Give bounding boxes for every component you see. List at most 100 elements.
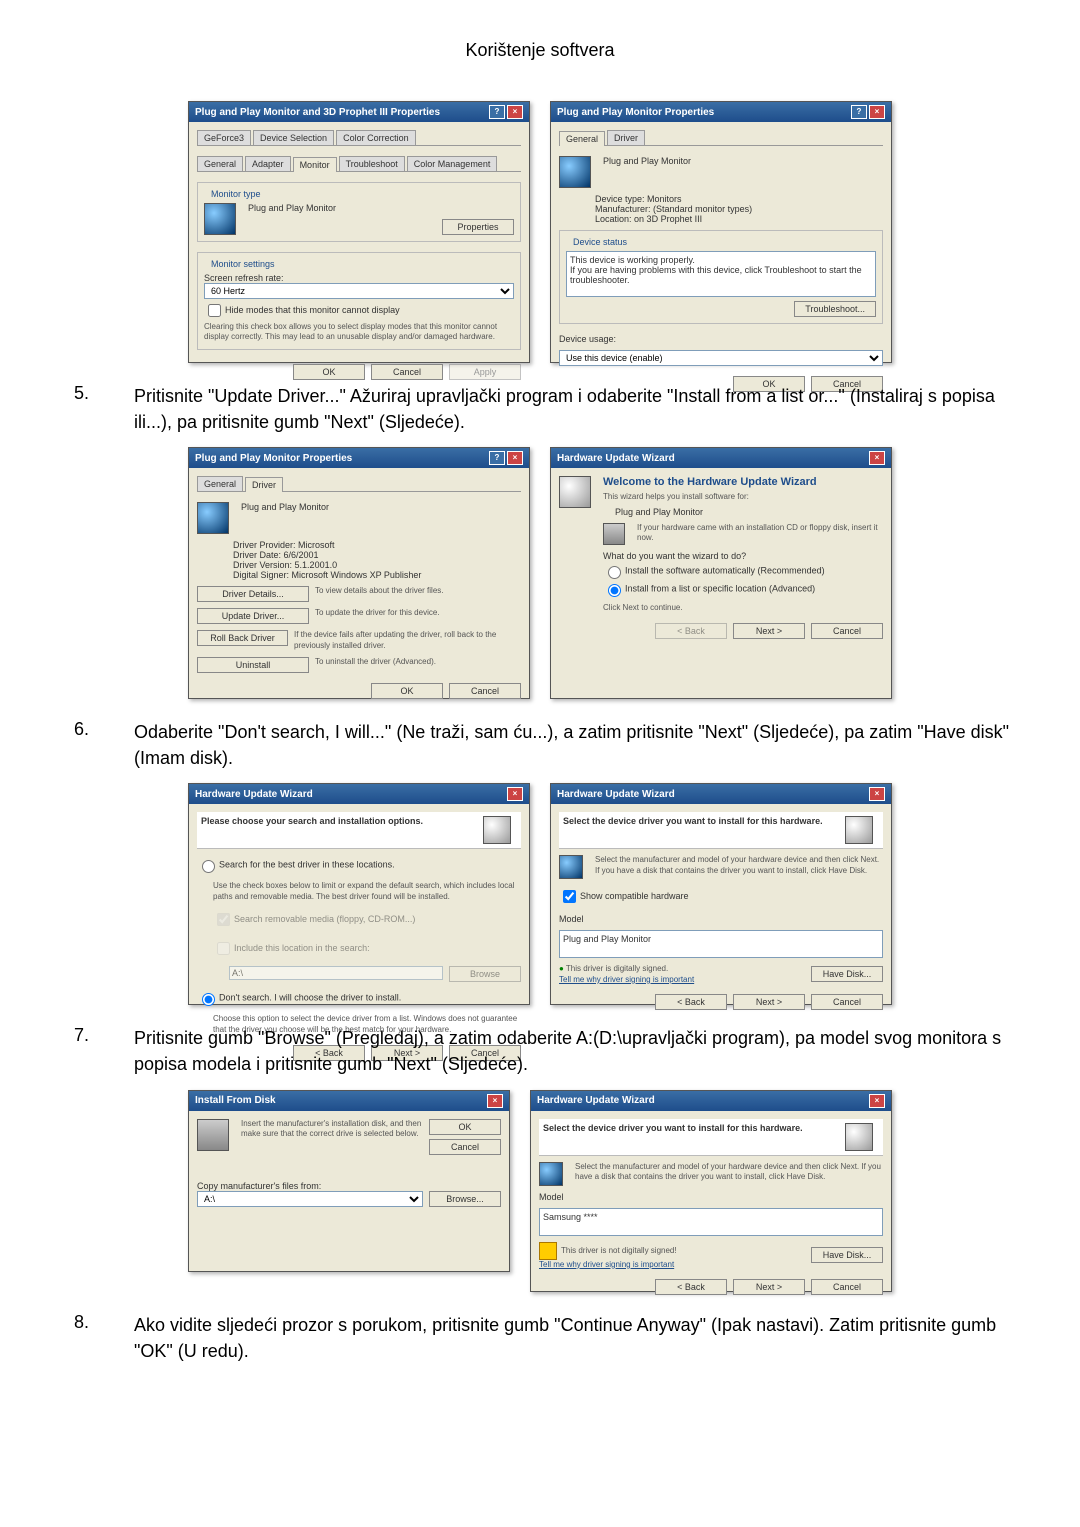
ok-button[interactable]: OK — [293, 364, 365, 380]
radio-dont-search[interactable]: Don't search. I will choose the driver t… — [197, 990, 521, 1006]
screenshot-row-1: Plug and Play Monitor and 3D Prophet III… — [60, 101, 1020, 363]
close-icon[interactable]: × — [507, 105, 523, 119]
close-icon[interactable]: × — [507, 787, 523, 801]
tab-general[interactable]: General — [197, 156, 243, 171]
step-number-6: 6. — [60, 719, 134, 740]
model-label: Model — [539, 1192, 883, 1202]
model-item[interactable]: Samsung **** — [543, 1212, 598, 1222]
radio-search[interactable]: Search for the best driver in these loca… — [197, 857, 521, 873]
group-monitor-settings: Monitor settings — [208, 259, 278, 269]
close-icon[interactable]: × — [869, 105, 885, 119]
ver-label: Driver Version: — [233, 560, 292, 570]
wizard-question: What do you want the wizard to do? — [603, 551, 883, 561]
close-icon[interactable]: × — [507, 451, 523, 465]
uninstall-button[interactable]: Uninstall — [197, 657, 309, 673]
wizard-continue: Click Next to continue. — [603, 603, 883, 613]
unsigned-label: This driver is not digitally signed! — [539, 1242, 677, 1260]
close-icon[interactable]: × — [487, 1094, 503, 1108]
chk-location[interactable]: Include this location in the search: — [197, 939, 521, 958]
chk-compatible[interactable]: Show compatible hardware — [559, 887, 883, 906]
tab-general[interactable]: General — [197, 476, 243, 491]
devtype-label: Device type: — [595, 194, 645, 204]
next-button[interactable]: Next > — [733, 623, 805, 639]
have-disk-button[interactable]: Have Disk... — [811, 966, 883, 982]
signing-link[interactable]: Tell me why driver signing is important — [559, 975, 694, 984]
browse-button[interactable]: Browse — [449, 966, 521, 982]
have-disk-button[interactable]: Have Disk... — [811, 1247, 883, 1263]
hide-modes-checkbox[interactable]: Hide modes that this monitor cannot disp… — [204, 301, 514, 320]
help-icon[interactable]: ? — [489, 105, 505, 119]
next-button[interactable]: Next > — [733, 994, 805, 1010]
wizard-heading: Select the device driver you want to ins… — [543, 1123, 803, 1133]
help-icon[interactable]: ? — [489, 451, 505, 465]
next-button[interactable]: Next > — [733, 1279, 805, 1295]
cancel-button[interactable]: Cancel — [449, 683, 521, 699]
chk-removable[interactable]: Search removable media (floppy, CD-ROM..… — [197, 910, 521, 929]
step-text-7: Pritisnite gumb "Browse" (Pregledaj), a … — [134, 1025, 1020, 1077]
cancel-button[interactable]: Cancel — [429, 1139, 501, 1155]
troubleshoot-button[interactable]: Troubleshoot... — [794, 301, 876, 317]
signing-link[interactable]: Tell me why driver signing is important — [539, 1260, 677, 1269]
prov-value: Microsoft — [298, 540, 335, 550]
copy-from-label: Copy manufacturer's files from: — [197, 1181, 501, 1191]
tab-adapter[interactable]: Adapter — [245, 156, 291, 171]
usage-select[interactable]: Use this device (enable) — [559, 350, 883, 366]
wizard-icon — [845, 1123, 873, 1151]
ok-button[interactable]: OK — [371, 683, 443, 699]
tab-driver[interactable]: Driver — [607, 130, 645, 145]
cd-icon — [603, 523, 625, 545]
update-driver-button[interactable]: Update Driver... — [197, 608, 309, 624]
close-icon[interactable]: × — [869, 787, 885, 801]
group-device-status: Device status — [570, 237, 630, 247]
floppy-icon — [197, 1119, 229, 1151]
dialog-monitor-general-props: Plug and Play Monitor Properties ?× Gene… — [550, 101, 892, 363]
radio-list[interactable]: Install from a list or specific location… — [603, 581, 883, 597]
devtype-value: Monitors — [647, 194, 682, 204]
cancel-button[interactable]: Cancel — [811, 623, 883, 639]
tab-color-correction[interactable]: Color Correction — [336, 130, 416, 145]
step-number-7: 7. — [60, 1025, 134, 1046]
model-list[interactable]: Plug and Play Monitor — [559, 930, 883, 958]
cancel-button[interactable]: Cancel — [371, 364, 443, 380]
tabs-row-2: General Adapter Monitor Troubleshoot Col… — [197, 156, 521, 172]
help-icon[interactable]: ? — [851, 105, 867, 119]
back-button[interactable]: < Back — [655, 1279, 727, 1295]
tab-monitor[interactable]: Monitor — [293, 157, 337, 172]
close-icon[interactable]: × — [869, 451, 885, 465]
refresh-select[interactable]: 60 Hertz — [204, 283, 514, 299]
close-icon[interactable]: × — [869, 1094, 885, 1108]
date-value: 6/6/2001 — [284, 550, 319, 560]
model-list[interactable]: Samsung **** — [539, 1208, 883, 1236]
wizard-intro: This wizard helps you install software f… — [603, 492, 883, 502]
driver-details-button[interactable]: Driver Details... — [197, 586, 309, 602]
properties-button[interactable]: Properties — [442, 219, 514, 235]
step-text-6: Odaberite "Don't search, I will..." (Ne … — [134, 719, 1020, 771]
update-driver-desc: To update the driver for this device. — [315, 608, 440, 618]
radio-auto[interactable]: Install the software automatically (Reco… — [603, 563, 883, 579]
dialog-wizard-select-driver-2: Hardware Update Wizard× Select the devic… — [530, 1090, 892, 1292]
tab-color-mgmt[interactable]: Color Management — [407, 156, 498, 171]
path-select[interactable]: A:\ — [197, 1191, 423, 1207]
monitor-name: Plug and Play Monitor — [248, 203, 514, 213]
browse-button[interactable]: Browse... — [429, 1191, 501, 1207]
back-button[interactable]: < Back — [655, 623, 727, 639]
tab-geforce3[interactable]: GeForce3 — [197, 130, 251, 145]
cancel-button[interactable]: Cancel — [811, 1279, 883, 1295]
tab-device-selection[interactable]: Device Selection — [253, 130, 334, 145]
device-heading: Plug and Play Monitor — [603, 156, 691, 166]
rollback-driver-button[interactable]: Roll Back Driver — [197, 630, 288, 646]
apply-button[interactable]: Apply — [449, 364, 521, 380]
monitor-icon — [559, 156, 591, 188]
model-item[interactable]: Plug and Play Monitor — [563, 934, 651, 944]
cancel-button[interactable]: Cancel — [811, 994, 883, 1010]
ok-button[interactable]: OK — [429, 1119, 501, 1135]
path-input[interactable] — [229, 966, 443, 980]
date-label: Driver Date: — [233, 550, 281, 560]
refresh-label: Screen refresh rate: — [204, 273, 514, 283]
ver-value: 5.1.2001.0 — [295, 560, 338, 570]
rollback-driver-desc: If the device fails after updating the d… — [294, 630, 521, 651]
tab-troubleshoot[interactable]: Troubleshoot — [339, 156, 405, 171]
tab-driver[interactable]: Driver — [245, 477, 283, 492]
tab-general[interactable]: General — [559, 131, 605, 146]
back-button[interactable]: < Back — [655, 994, 727, 1010]
